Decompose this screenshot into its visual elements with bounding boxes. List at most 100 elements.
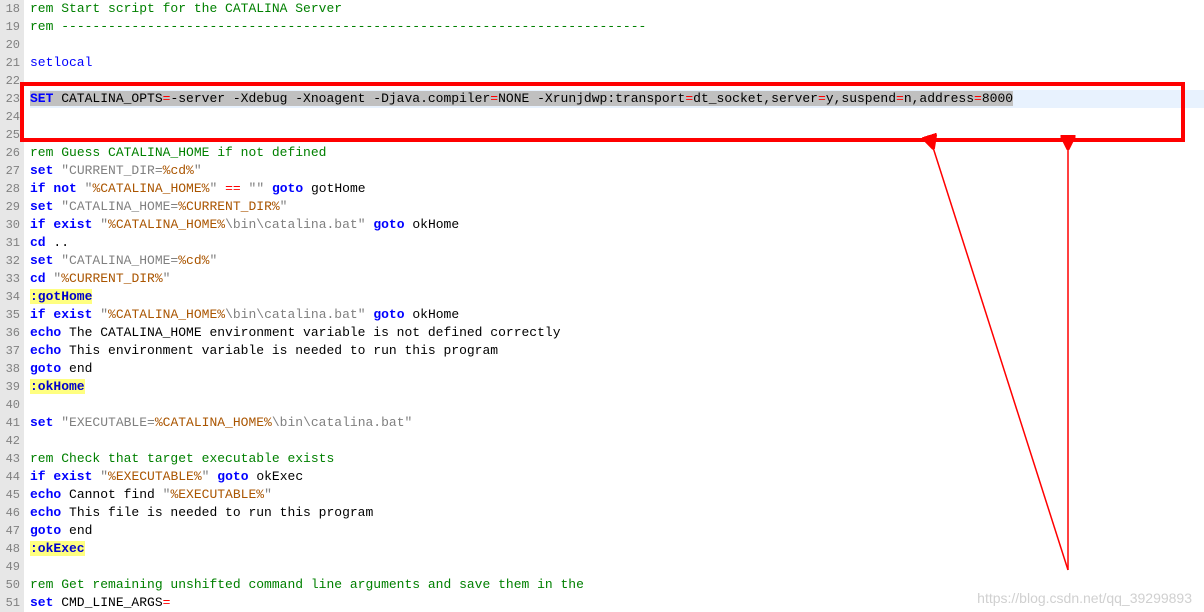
code-line[interactable]: :gotHome	[30, 288, 1204, 306]
code-line[interactable]: SET CATALINA_OPTS=-server -Xdebug -Xnoag…	[30, 90, 1204, 108]
code-line[interactable]: echo Cannot find "%EXECUTABLE%"	[30, 486, 1204, 504]
code-token	[264, 181, 272, 196]
code-token: echo	[30, 325, 61, 340]
code-line[interactable]: :okExec	[30, 540, 1204, 558]
line-number: 37	[0, 342, 20, 360]
code-token: set	[30, 415, 53, 430]
line-number: 25	[0, 126, 20, 144]
line-number: 29	[0, 198, 20, 216]
code-line[interactable]	[30, 432, 1204, 450]
code-token: rem	[30, 451, 61, 466]
code-token: CMD_LINE_ARGS	[53, 595, 162, 610]
code-token: echo	[30, 487, 61, 502]
code-token: end	[61, 523, 92, 538]
code-line[interactable]: if exist "%CATALINA_HOME%\bin\catalina.b…	[30, 306, 1204, 324]
code-line[interactable]: :okHome	[30, 378, 1204, 396]
code-line[interactable]: setlocal	[30, 54, 1204, 72]
code-line[interactable]: rem ------------------------------------…	[30, 18, 1204, 36]
code-token: Guess CATALINA_HOME if not defined	[61, 145, 326, 160]
code-token: "	[280, 199, 288, 214]
code-token: "	[209, 253, 217, 268]
code-area[interactable]: rem Start script for the CATALINA Server…	[24, 0, 1204, 612]
code-line[interactable]	[30, 36, 1204, 54]
code-token: =	[490, 91, 498, 106]
line-number: 28	[0, 180, 20, 198]
code-token: if exist	[30, 307, 92, 322]
watermark-text: https://blog.csdn.net/qq_39299893	[977, 590, 1192, 606]
code-token: Cannot find	[61, 487, 162, 502]
code-token: goto	[217, 469, 248, 484]
code-token: CATALINA_OPTS	[53, 91, 162, 106]
code-token: okExec	[249, 469, 304, 484]
code-line[interactable]: goto end	[30, 522, 1204, 540]
code-token: This file is needed to run this program	[61, 505, 373, 520]
code-token: "CURRENT_DIR=	[61, 163, 162, 178]
code-line[interactable]: cd ..	[30, 234, 1204, 252]
code-token: \bin\catalina.bat"	[225, 217, 365, 232]
code-line[interactable]: echo This file is needed to run this pro…	[30, 504, 1204, 522]
code-line[interactable]	[30, 72, 1204, 90]
code-token: :okExec	[30, 541, 85, 556]
line-number: 51	[0, 594, 20, 612]
code-token: set	[30, 199, 53, 214]
code-token: if exist	[30, 217, 92, 232]
code-line[interactable]: echo The CATALINA_HOME environment varia…	[30, 324, 1204, 342]
code-line[interactable]	[30, 558, 1204, 576]
code-token: :okHome	[30, 379, 85, 394]
code-token: "	[163, 271, 171, 286]
code-token: goto	[30, 361, 61, 376]
code-line[interactable]: goto end	[30, 360, 1204, 378]
code-token: dt_socket,server	[693, 91, 818, 106]
code-token: n,address	[904, 91, 974, 106]
code-line[interactable]: cd "%CURRENT_DIR%"	[30, 270, 1204, 288]
code-line[interactable]	[30, 396, 1204, 414]
code-line[interactable]: if not "%CATALINA_HOME%" == "" goto gotH…	[30, 180, 1204, 198]
code-token: okHome	[405, 307, 460, 322]
code-token: goto	[373, 217, 404, 232]
code-token: if exist	[30, 469, 92, 484]
code-token: SET	[30, 91, 53, 106]
code-token: rem	[30, 19, 61, 34]
line-number: 18	[0, 0, 20, 18]
code-token: %CURRENT_DIR%	[178, 199, 279, 214]
code-token: %cd%	[163, 163, 194, 178]
line-number: 34	[0, 288, 20, 306]
line-number: 36	[0, 324, 20, 342]
code-line[interactable]: rem Check that target executable exists	[30, 450, 1204, 468]
code-line[interactable]: set "CURRENT_DIR=%cd%"	[30, 162, 1204, 180]
code-line[interactable]: set "EXECUTABLE=%CATALINA_HOME%\bin\cata…	[30, 414, 1204, 432]
line-number: 49	[0, 558, 20, 576]
code-token: "	[100, 307, 108, 322]
code-line[interactable]: set "CATALINA_HOME=%CURRENT_DIR%"	[30, 198, 1204, 216]
code-token: "	[264, 487, 272, 502]
line-number: 33	[0, 270, 20, 288]
line-number: 30	[0, 216, 20, 234]
code-token: %CATALINA_HOME%	[108, 307, 225, 322]
code-line[interactable]: rem Start script for the CATALINA Server	[30, 0, 1204, 18]
code-token: ""	[249, 181, 265, 196]
code-token: %CATALINA_HOME%	[108, 217, 225, 232]
code-token: =	[685, 91, 693, 106]
code-line[interactable]: if exist "%CATALINA_HOME%\bin\catalina.b…	[30, 216, 1204, 234]
code-line[interactable]: set "CATALINA_HOME=%cd%"	[30, 252, 1204, 270]
line-number: 40	[0, 396, 20, 414]
line-numbers-gutter: 1819202122232425262728293031323334353637…	[0, 0, 24, 612]
code-line[interactable]	[30, 108, 1204, 126]
code-token: \bin\catalina.bat"	[272, 415, 412, 430]
code-token: ==	[225, 181, 241, 196]
code-token: ..	[46, 235, 69, 250]
line-number: 43	[0, 450, 20, 468]
code-line[interactable]: if exist "%EXECUTABLE%" goto okExec	[30, 468, 1204, 486]
code-token: rem	[30, 145, 61, 160]
code-token: okHome	[405, 217, 460, 232]
code-token: %EXECUTABLE%	[108, 469, 202, 484]
code-token: "CATALINA_HOME=	[61, 253, 178, 268]
line-number: 35	[0, 306, 20, 324]
code-token: =	[163, 595, 171, 610]
code-line[interactable]: rem Guess CATALINA_HOME if not defined	[30, 144, 1204, 162]
line-number: 32	[0, 252, 20, 270]
code-token: -server -Xdebug -Xnoagent -Djava.compile…	[170, 91, 490, 106]
code-line[interactable]: echo This environment variable is needed…	[30, 342, 1204, 360]
code-line[interactable]	[30, 126, 1204, 144]
code-token: goto	[30, 523, 61, 538]
